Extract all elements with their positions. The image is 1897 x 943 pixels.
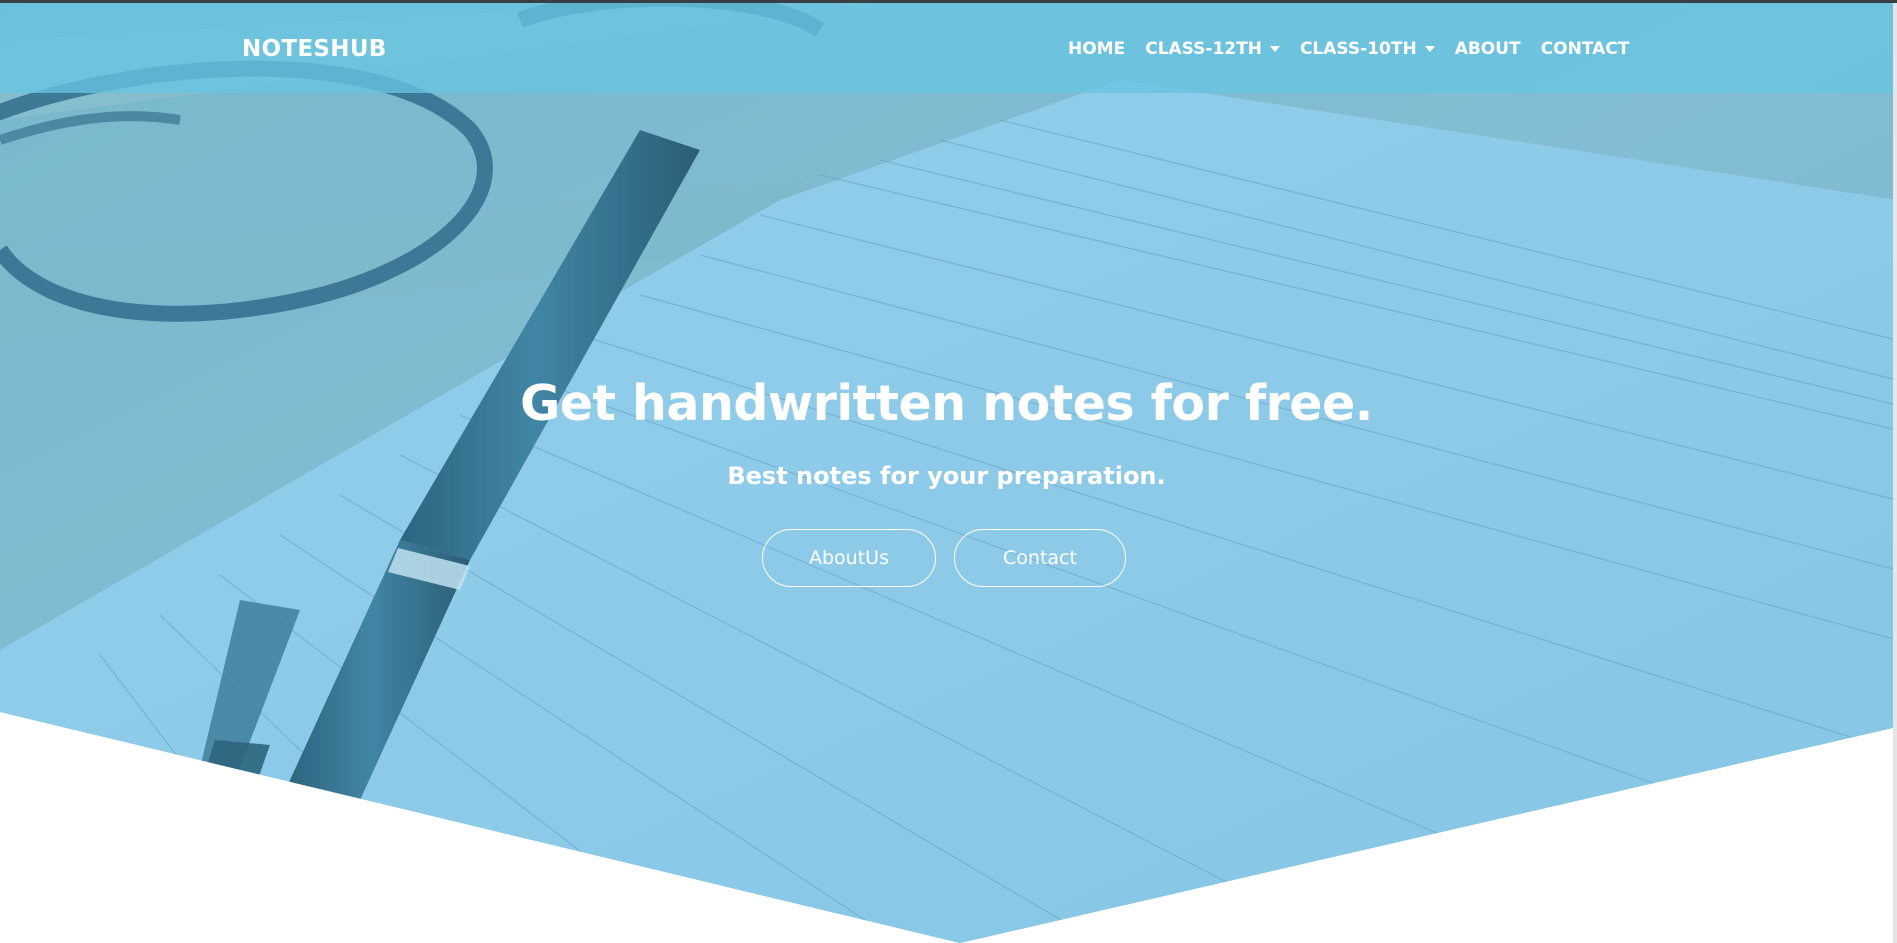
nav-item-home[interactable]: HOME xyxy=(1058,39,1135,59)
nav-item-label: CLASS-12TH xyxy=(1145,39,1262,59)
brand-logo[interactable]: NOTESHUB xyxy=(242,36,387,62)
nav-item-label: HOME xyxy=(1068,39,1126,59)
nav-item-label: CONTACT xyxy=(1540,39,1630,59)
nav-menu: HOME CLASS-12TH CLASS-10TH ABOUT CONTACT xyxy=(1058,39,1639,59)
navbar: NOTESHUB HOME CLASS-12TH CLASS-10TH ABOU… xyxy=(0,3,1893,93)
nav-item-contact[interactable]: CONTACT xyxy=(1531,39,1640,59)
about-us-button[interactable]: AboutUs xyxy=(762,529,936,587)
nav-item-about[interactable]: ABOUT xyxy=(1445,39,1531,59)
nav-item-class-12th[interactable]: CLASS-12TH xyxy=(1135,39,1290,59)
vertical-scrollbar[interactable] xyxy=(1893,0,1897,943)
hero-subheadline: Best notes for your preparation. xyxy=(727,462,1166,490)
hero-headline: Get handwritten notes for free. xyxy=(520,375,1373,432)
contact-button[interactable]: Contact xyxy=(954,529,1126,587)
caret-down-icon xyxy=(1424,46,1435,52)
caret-down-icon xyxy=(1269,46,1280,52)
nav-item-class-10th[interactable]: CLASS-10TH xyxy=(1290,39,1445,59)
window-top-border xyxy=(0,0,1897,3)
nav-item-label: CLASS-10TH xyxy=(1299,39,1417,59)
nav-item-label: ABOUT xyxy=(1454,39,1521,59)
